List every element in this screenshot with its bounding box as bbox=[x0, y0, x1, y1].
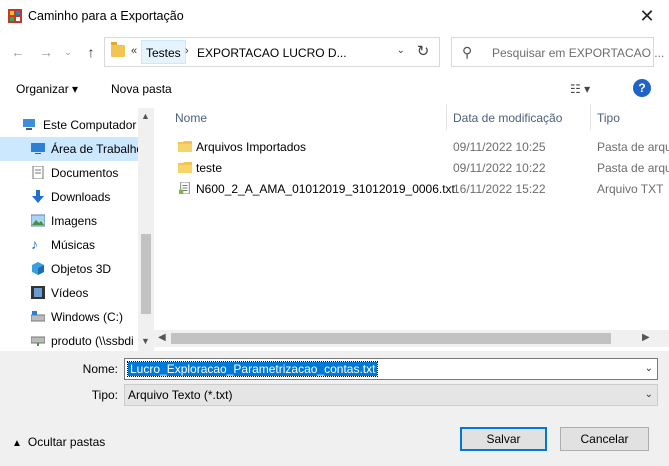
file-date: 09/11/2022 10:22 bbox=[453, 161, 546, 175]
documents-icon bbox=[32, 166, 44, 179]
new-folder-button[interactable]: Nova pasta bbox=[111, 82, 172, 96]
folder-icon bbox=[178, 141, 192, 152]
sidebar-item-label: Imagens bbox=[51, 214, 98, 228]
chevron-up-icon: ▲ bbox=[12, 438, 22, 449]
downloads-icon bbox=[32, 190, 44, 203]
folder-icon bbox=[178, 162, 192, 173]
file-type: Arquivo TXT bbox=[597, 182, 664, 196]
search-box[interactable]: ⚲ Pesquisar em EXPORTACAO ... bbox=[451, 37, 664, 67]
file-date: 16/11/2022 15:22 bbox=[453, 182, 546, 196]
recent-locations-chevron-icon[interactable]: ⌄ bbox=[58, 42, 78, 62]
command-bar: Organizar ▾ Nova pasta ☷ ▾ ? bbox=[0, 74, 669, 104]
sidebar-scrollbar-thumb[interactable] bbox=[141, 234, 151, 314]
scroll-right-icon[interactable]: ▶ bbox=[642, 332, 650, 343]
desktop-icon bbox=[31, 143, 45, 154]
close-button[interactable]: ✕ bbox=[633, 4, 661, 28]
help-icon[interactable]: ? bbox=[633, 79, 651, 97]
3d-objects-icon bbox=[32, 262, 44, 275]
sidebar-item-this-pc[interactable]: Este Computador bbox=[0, 113, 138, 137]
sidebar-item-network-drive[interactable]: produto (\\ssbdi bbox=[0, 329, 138, 351]
list-item[interactable]: N600_2_A_AMA_01012019_31012019_0006.txt … bbox=[170, 179, 669, 199]
sidebar-item-label: Músicas bbox=[51, 238, 96, 252]
file-date: 09/11/2022 10:25 bbox=[453, 140, 546, 154]
breadcrumb-overflow-icon[interactable]: « bbox=[131, 45, 137, 57]
file-name: Arquivos Importados bbox=[196, 140, 307, 154]
navigation-bar: ← → ⌄ ↑ « Testes › EXPORTACAO LUCRO D...… bbox=[0, 33, 669, 71]
save-button[interactable]: Salvar bbox=[460, 427, 547, 451]
videos-icon bbox=[31, 286, 45, 299]
file-type-label: Tipo: bbox=[91, 388, 118, 402]
column-divider[interactable] bbox=[446, 104, 447, 130]
music-icon: ♪ bbox=[31, 236, 38, 252]
network-drive-icon bbox=[31, 336, 45, 346]
file-list: Nome Data de modificação Tipo Arquivos I… bbox=[154, 104, 669, 330]
sidebar-scrollbar[interactable]: ▲ ▼ bbox=[138, 108, 154, 351]
computer-icon bbox=[23, 119, 35, 130]
refresh-icon[interactable]: ↻ bbox=[413, 42, 433, 62]
navigation-pane: Este Computador Área de Trabalho Documen… bbox=[0, 108, 154, 351]
chevron-down-icon[interactable]: ⌄ bbox=[645, 389, 653, 400]
file-type-select[interactable]: Arquivo Texto (*.txt) ⌄ bbox=[124, 384, 658, 406]
text-file-icon bbox=[179, 182, 190, 194]
sidebar-item-desktop[interactable]: Área de Trabalho bbox=[0, 137, 143, 161]
file-name: teste bbox=[196, 161, 223, 175]
file-name-value[interactable]: Lucro_Exploracao_Parametrizacao_contas.t… bbox=[126, 361, 379, 377]
hide-folders-button[interactable]: ▲ Ocultar pastas bbox=[12, 435, 105, 449]
up-arrow-icon[interactable]: ↑ bbox=[81, 42, 101, 62]
file-name-label: Nome: bbox=[82, 362, 118, 376]
chevron-down-icon[interactable]: ⌄ bbox=[645, 363, 653, 374]
folder-icon bbox=[111, 42, 125, 57]
sidebar-item-documents[interactable]: Documentos bbox=[0, 161, 138, 185]
title-bar: Caminho para a Exportação ✕ bbox=[0, 0, 669, 32]
sidebar-item-label: Este Computador bbox=[43, 118, 137, 132]
sidebar-item-videos[interactable]: Vídeos bbox=[0, 281, 138, 305]
sidebar-item-label: Windows (C:) bbox=[51, 310, 124, 324]
breadcrumb-segment-testes[interactable]: Testes bbox=[141, 40, 186, 64]
sidebar-item-3d-objects[interactable]: Objetos 3D bbox=[0, 257, 138, 281]
column-header-name[interactable]: Nome bbox=[175, 111, 207, 125]
address-bar[interactable]: « Testes › EXPORTACAO LUCRO D... ⌄ ↻ bbox=[104, 37, 440, 67]
file-list-horizontal-scrollbar[interactable]: ◀ ▶ bbox=[154, 330, 669, 347]
view-options-icon[interactable]: ☷ ▾ bbox=[570, 82, 590, 96]
file-type-value: Arquivo Texto (*.txt) bbox=[128, 388, 233, 402]
drive-icon bbox=[31, 311, 45, 322]
pictures-icon bbox=[31, 214, 45, 227]
sidebar-item-label: Objetos 3D bbox=[51, 262, 112, 276]
scroll-left-icon[interactable]: ◀ bbox=[158, 332, 166, 343]
file-type: Pasta de arqu bbox=[597, 140, 669, 154]
list-item[interactable]: Arquivos Importados 09/11/2022 10:25 Pas… bbox=[170, 137, 669, 157]
column-divider[interactable] bbox=[590, 104, 591, 130]
scroll-up-icon[interactable]: ▲ bbox=[141, 111, 150, 121]
column-header-date[interactable]: Data de modificação bbox=[453, 111, 562, 125]
search-input[interactable]: Pesquisar em EXPORTACAO ... bbox=[492, 46, 664, 60]
horizontal-scrollbar-thumb[interactable] bbox=[171, 333, 611, 344]
search-icon: ⚲ bbox=[462, 44, 473, 60]
breadcrumb-segment-current[interactable]: EXPORTACAO LUCRO D... bbox=[197, 46, 347, 60]
sidebar-item-pictures[interactable]: Imagens bbox=[0, 209, 138, 233]
cancel-button[interactable]: Cancelar bbox=[560, 427, 649, 451]
hide-folders-label: Ocultar pastas bbox=[27, 435, 106, 449]
chevron-right-icon[interactable]: › bbox=[185, 45, 189, 57]
sidebar-item-label: Vídeos bbox=[51, 286, 89, 300]
sidebar-item-label: Área de Trabalho bbox=[51, 142, 144, 156]
back-arrow-icon[interactable]: ← bbox=[8, 42, 28, 62]
chevron-down-icon[interactable]: ⌄ bbox=[397, 45, 405, 56]
sidebar-item-music[interactable]: ♪ Músicas bbox=[0, 233, 138, 257]
sidebar-item-windows-c[interactable]: Windows (C:) bbox=[0, 305, 138, 329]
file-name: N600_2_A_AMA_01012019_31012019_0006.txt bbox=[196, 182, 455, 196]
app-icon bbox=[8, 9, 22, 23]
forward-arrow-icon[interactable]: → bbox=[36, 42, 56, 62]
list-item[interactable]: teste 09/11/2022 10:22 Pasta de arqu bbox=[170, 158, 669, 178]
window-title: Caminho para a Exportação bbox=[28, 9, 184, 23]
file-type: Pasta de arqu bbox=[597, 161, 669, 175]
sidebar-item-downloads[interactable]: Downloads bbox=[0, 185, 138, 209]
file-name-input[interactable]: Lucro_Exploracao_Parametrizacao_contas.t… bbox=[124, 358, 658, 380]
column-header-type[interactable]: Tipo bbox=[597, 111, 620, 125]
scroll-down-icon[interactable]: ▼ bbox=[141, 336, 150, 346]
sidebar-item-label: produto (\\ssbdi bbox=[51, 334, 134, 348]
organize-menu-button[interactable]: Organizar ▾ bbox=[16, 82, 78, 96]
sidebar-item-label: Documentos bbox=[51, 166, 119, 180]
sidebar-item-label: Downloads bbox=[51, 190, 111, 204]
save-form: Nome: Lucro_Exploracao_Parametrizacao_co… bbox=[0, 351, 669, 466]
